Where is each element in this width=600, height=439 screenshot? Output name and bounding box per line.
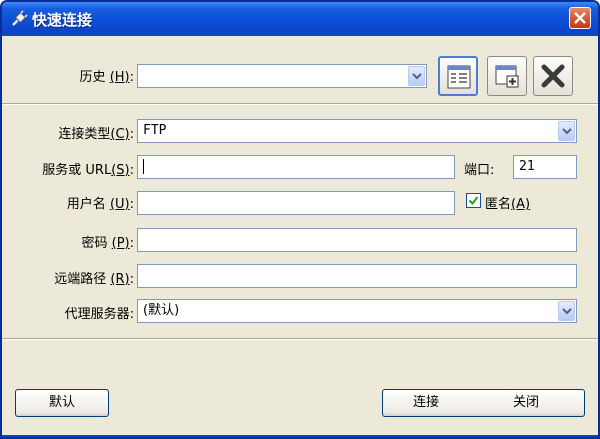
chevron-down-icon — [562, 128, 572, 135]
anonymous-checkbox[interactable] — [466, 193, 481, 208]
window-title: 快速连接 — [32, 11, 93, 29]
proxy-label: 代理服务器: — [64, 307, 134, 322]
proxy-dropdown-button[interactable] — [558, 301, 575, 321]
proxy-select[interactable]: (默认) — [137, 299, 577, 323]
separator-top — [2, 103, 598, 105]
username-input[interactable] — [137, 191, 455, 215]
new-site-button[interactable] — [487, 56, 527, 96]
new-window-add-icon — [495, 65, 519, 88]
title-bar[interactable]: 快速连接 — [2, 2, 598, 36]
default-button[interactable]: 默认 — [15, 389, 109, 417]
history-dropdown-button[interactable] — [408, 66, 425, 86]
connection-type-value: FTP — [143, 123, 167, 138]
connection-type-label: 连接类型(C): — [58, 127, 134, 142]
server-url-label: 服务或 URL(S): — [42, 163, 134, 178]
window-close-button[interactable] — [569, 7, 591, 29]
anonymous-label[interactable]: 匿名(A) — [485, 193, 530, 212]
port-label: 端口: — [464, 163, 495, 178]
quick-connect-dialog: 快速连接 历史 (H): 连接类型(C): FTP 服务或 URL(S): 端口… — [0, 0, 600, 439]
password-label: 密码 (P): — [81, 236, 134, 251]
bookmark-list-button[interactable] — [438, 56, 478, 96]
delete-history-button[interactable] — [533, 56, 573, 96]
quick-connect-plug-icon — [10, 10, 28, 28]
window-bottom-border — [2, 435, 598, 437]
history-label: 历史 (H): — [79, 70, 134, 85]
proxy-value: (默认) — [143, 303, 180, 318]
remote-path-input[interactable] — [137, 264, 577, 288]
delete-x-icon — [541, 64, 565, 88]
text-caret — [143, 159, 144, 174]
chevron-down-icon — [562, 308, 572, 315]
password-input[interactable] — [137, 228, 577, 252]
chevron-down-icon — [412, 73, 422, 80]
connection-type-dropdown-button[interactable] — [558, 121, 575, 141]
connect-button[interactable]: 连接 — [413, 390, 439, 416]
server-url-input[interactable] — [137, 155, 455, 179]
connection-type-select[interactable]: FTP — [137, 119, 577, 143]
port-input[interactable]: 21 — [513, 155, 577, 179]
remote-path-label: 远端路径 (R): — [54, 272, 134, 287]
username-label: 用户名 (U): — [66, 197, 134, 212]
history-combo[interactable] — [137, 64, 427, 88]
close-button[interactable]: 关闭 — [513, 390, 539, 416]
checkmark-icon — [468, 196, 479, 206]
separator-bottom — [2, 338, 598, 340]
action-button-group: 连接 关闭 — [382, 389, 585, 417]
bookmark-list-icon — [447, 65, 471, 89]
close-x-icon — [574, 12, 586, 24]
